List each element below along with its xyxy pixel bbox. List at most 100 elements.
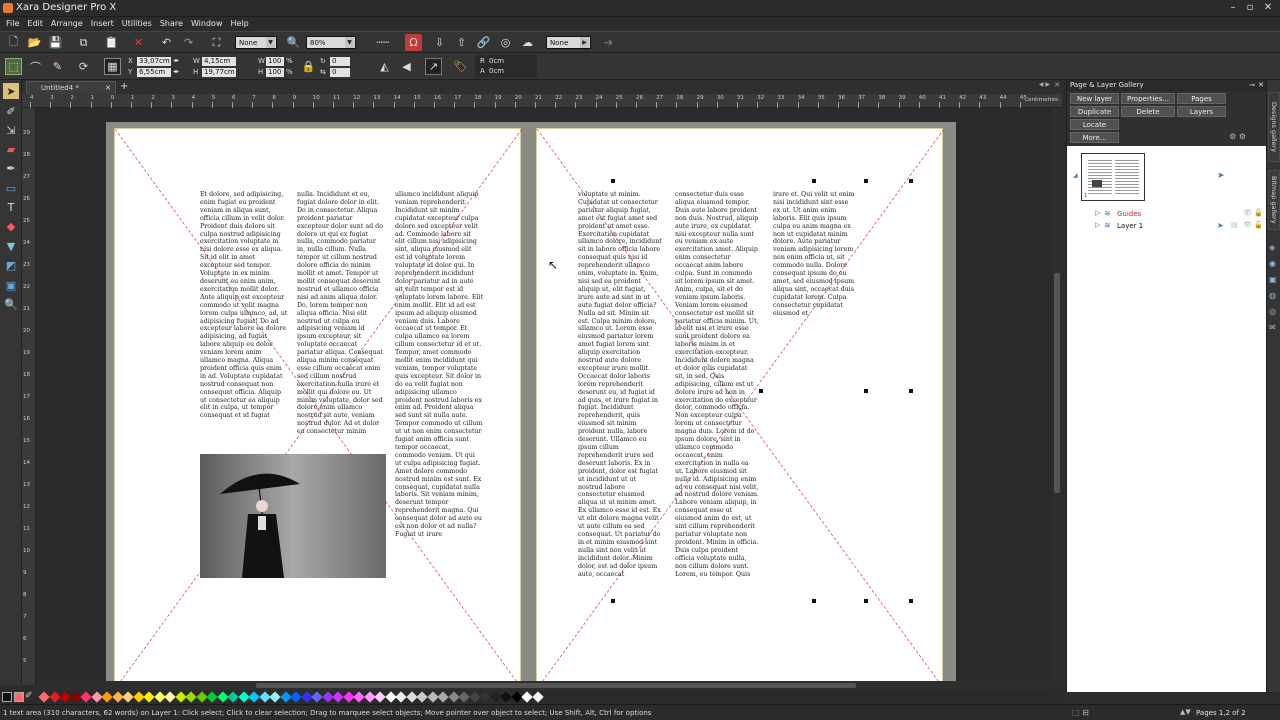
new-tab-icon[interactable]: + (120, 81, 128, 92)
zoom-to-page-icon[interactable]: ⛶ (208, 34, 225, 51)
color-swatch[interactable] (353, 691, 365, 703)
page-1[interactable]: Et dolore, sed adipisicing, enim fugiat … (114, 128, 522, 681)
width-percent-field[interactable]: 100 (266, 57, 284, 66)
transform-tool-icon[interactable]: ⇲ (3, 122, 19, 138)
color-swatch[interactable] (122, 691, 134, 703)
font-gallery-icon[interactable]: ◍ (1269, 288, 1277, 304)
color-swatch[interactable] (374, 691, 386, 703)
open-icon[interactable]: 📂 (26, 34, 43, 51)
selector-tool-icon[interactable]: ➤ (3, 83, 19, 99)
height-field[interactable]: 19,77cm (202, 68, 236, 77)
undo-icon[interactable]: ↶ (158, 34, 175, 51)
colour-gallery-icon[interactable]: ▣ (1269, 272, 1277, 288)
clipart-gallery-icon[interactable]: ✉ (1269, 320, 1277, 336)
snap-magnet-icon[interactable]: Ω (405, 34, 422, 51)
import-icon[interactable]: ⇩ (431, 34, 448, 51)
fill-gallery-icon[interactable]: ◉ (1269, 256, 1277, 272)
selection-handle[interactable] (864, 179, 868, 183)
rotation-field[interactable]: 0 (330, 57, 350, 66)
properties-button[interactable]: Properties... (1121, 93, 1175, 104)
designs-gallery-tab[interactable]: Designs gallery (1268, 92, 1280, 162)
layers-icon[interactable]: ◈ (1269, 240, 1277, 256)
eyedropper-icon[interactable]: ✐ (25, 691, 33, 701)
color-swatch[interactable] (416, 691, 428, 703)
tag-icon[interactable]: 🏷 (452, 58, 469, 75)
export-icon[interactable]: ⇧ (453, 34, 470, 51)
selection-handle[interactable] (909, 389, 913, 393)
shape-editor-tool-icon[interactable]: ✐ (3, 103, 19, 119)
selection-handle[interactable] (864, 599, 868, 603)
text-column-3[interactable]: ullamco incididunt aliquip veniam repreh… (395, 191, 483, 586)
vertical-scrollbar[interactable] (1052, 108, 1062, 681)
page-nav-arrows-icon[interactable]: ▲▼ (1180, 708, 1191, 716)
lock-icon[interactable]: 🔓 (1254, 221, 1263, 229)
selection-mode-icon[interactable]: ⬚ (5, 58, 22, 75)
zoom-icon[interactable]: 🔍 (285, 34, 302, 51)
skew-field[interactable]: 0 (330, 68, 350, 77)
arrow-right-icon[interactable]: ➔ (600, 34, 617, 51)
copy-icon[interactable]: ⧉ (75, 34, 92, 51)
document-canvas[interactable]: Et dolore, sed adipisicing, enim fugiat … (36, 108, 1052, 681)
color-swatch[interactable] (248, 691, 260, 703)
save-icon[interactable]: 💾 (47, 34, 64, 51)
line-gallery-icon[interactable]: ◎ (1269, 304, 1277, 320)
umbrella-woman-photo[interactable] (200, 454, 386, 578)
menu-arrange[interactable]: Arrange (47, 19, 87, 28)
print-icon[interactable]: ▤ (1231, 221, 1238, 229)
horizontal-scrollbar[interactable] (36, 681, 1052, 690)
duplicate-button[interactable]: Duplicate (1070, 106, 1119, 117)
page-2[interactable]: voluptate ut minim. Cupidatat ut consect… (536, 128, 944, 681)
color-swatch[interactable] (269, 691, 281, 703)
snap-status-icon[interactable]: ⬚ ⊟ (1072, 708, 1089, 717)
zoom-tool-icon[interactable]: 🔍 (3, 296, 19, 312)
pen-tool-icon[interactable]: ✒ (3, 160, 19, 176)
color-swatch[interactable] (311, 691, 323, 703)
web-preview-icon[interactable]: ◎ (497, 34, 514, 51)
color-swatch[interactable] (395, 691, 407, 703)
color-swatch[interactable] (164, 691, 176, 703)
feather-select[interactable]: None ▶ (546, 36, 591, 49)
gallery-options-icon[interactable]: ⚙ ⚙ (1229, 132, 1246, 141)
color-swatch[interactable] (101, 691, 113, 703)
color-swatch[interactable] (458, 691, 470, 703)
more-button[interactable]: More... (1070, 132, 1119, 143)
corner-radius-field[interactable]: 0cm (489, 57, 504, 65)
text-column-2[interactable]: consectetur duis esse aliqua eiusmod tem… (675, 191, 759, 586)
layer-row-layer-1[interactable]: ▷ ≋ Layer 1 ➤ ▤ 👁 🔓 (1067, 221, 1267, 232)
expand-arrow-icon[interactable]: ▷ (1095, 209, 1100, 217)
text-column-1[interactable]: voluptate ut minim. Cupidatat ut consect… (578, 191, 662, 586)
publish-icon[interactable]: ☁ (519, 34, 536, 51)
vertical-ruler[interactable]: 29 28 27 26 25 24 23 22 21 20 19 18 17 16 15 14 13 12 11 10… (22, 108, 36, 685)
quality-select[interactable]: None ▼ (235, 36, 277, 49)
y-stepper[interactable]: ◂▸ (173, 68, 179, 75)
selection-handle[interactable] (759, 389, 763, 393)
close-tab-icon[interactable]: ✕ (105, 82, 111, 94)
close-doc-icon[interactable]: ✕ (1054, 81, 1060, 89)
color-swatch[interactable] (185, 691, 197, 703)
scroll-thumb[interactable] (1054, 273, 1060, 493)
selection-handle[interactable] (812, 599, 816, 603)
text-column-3[interactable]: irure et. Qui velit ut enim nisi incidid… (773, 191, 857, 326)
text-tool-icon[interactable]: T (3, 199, 19, 215)
grid-icon[interactable]: ▦ (104, 58, 121, 75)
redo-icon[interactable]: ↷ (180, 34, 197, 51)
width-field[interactable]: 4,15cm (202, 57, 236, 66)
maximize-button[interactable]: ▫ (1243, 1, 1257, 15)
menu-file[interactable]: File (2, 19, 23, 28)
selection-handle[interactable] (864, 389, 868, 393)
eraser-tool-icon[interactable]: ▰ (3, 141, 19, 157)
bitmap-gallery-tab[interactable]: Bitmap gallery (1268, 170, 1280, 230)
page-thumbnail[interactable]: 1 (1081, 153, 1145, 201)
selection-handle[interactable] (909, 179, 913, 183)
visibility-icon[interactable]: 👁 (1243, 209, 1252, 217)
color-swatch[interactable] (531, 691, 544, 703)
no-color-swatch[interactable] (2, 692, 12, 702)
menu-window[interactable]: Window (187, 19, 227, 28)
color-swatch[interactable] (59, 691, 71, 703)
corner-angle-field[interactable]: 0cm (489, 67, 504, 75)
lock-aspect-icon[interactable]: 🔒 (300, 58, 317, 75)
color-swatch[interactable] (206, 691, 218, 703)
tab-scroll-arrows-icon[interactable]: ◀ ▶ (1039, 81, 1050, 88)
delete-button[interactable]: Delete (1121, 106, 1175, 117)
curve-mode-icon[interactable]: ⌒ (27, 58, 44, 75)
